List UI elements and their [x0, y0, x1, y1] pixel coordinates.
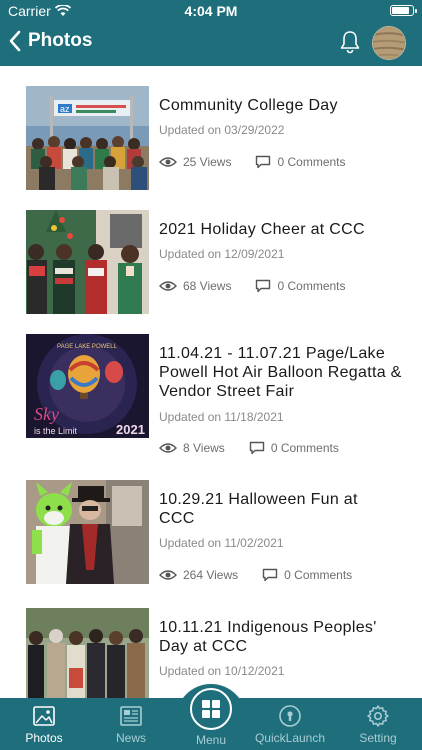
- comment-icon: [249, 441, 265, 455]
- views-stat: 264 Views: [159, 568, 238, 582]
- album-title[interactable]: 10.29.21 Halloween Fun at CCC: [159, 490, 389, 528]
- battery-level: [392, 7, 410, 14]
- gear-icon: [367, 705, 389, 727]
- svg-text:az: az: [60, 104, 70, 114]
- views-count: 68 Views: [183, 279, 232, 293]
- list-item[interactable]: PAGE LAKE POWELL Sky is the Limit 2021 1…: [0, 314, 422, 460]
- album-thumbnail: [26, 608, 149, 698]
- comments-count: 0 Comments: [277, 279, 346, 293]
- views-count: 25 Views: [183, 155, 232, 169]
- svg-text:2021: 2021: [116, 422, 145, 437]
- album-thumbnail: az: [26, 86, 149, 190]
- status-bar: Carrier 4:04 PM: [0, 0, 422, 22]
- comments-stat[interactable]: 0 Comments: [249, 441, 339, 455]
- tab-news[interactable]: News: [89, 698, 173, 750]
- album-updated-date: Updated on 10/12/2021: [159, 664, 285, 678]
- views-count: 8 Views: [183, 441, 225, 455]
- tab-label: Photos: [25, 731, 63, 745]
- navigation-bar: Photos: [0, 26, 422, 62]
- album-thumbnail: [26, 210, 149, 314]
- album-stats: 264 Views 0 Comments: [159, 568, 352, 582]
- comments-stat[interactable]: 0 Comments: [255, 155, 346, 169]
- list-item[interactable]: az Community College Day Updated on 03/2…: [0, 66, 422, 190]
- album-stats: 68 Views 0 Comments: [159, 279, 346, 293]
- eye-icon: [159, 570, 177, 580]
- comment-icon: [256, 279, 271, 293]
- comments-stat[interactable]: 0 Comments: [255, 279, 346, 293]
- comments-stat[interactable]: 0 Comments: [262, 568, 352, 582]
- album-title[interactable]: 11.04.21 - 11.07.21 Page/Lake Powell Hot…: [159, 344, 409, 401]
- chevron-left-icon: [9, 30, 21, 52]
- list-item[interactable]: 10.11.21 Indigenous Peoples' Day at CCC …: [0, 586, 422, 698]
- album-stats: 8 Views 0 Comments: [159, 441, 339, 455]
- eye-icon: [159, 157, 177, 167]
- tab-quicklaunch[interactable]: QuickLaunch: [248, 698, 332, 750]
- bell-icon[interactable]: [339, 30, 361, 54]
- album-title[interactable]: Community College Day: [159, 96, 399, 115]
- newspaper-icon: [120, 706, 142, 726]
- list-item[interactable]: 10.29.21 Halloween Fun at CCC Updated on…: [0, 460, 422, 586]
- eye-icon: [159, 281, 177, 291]
- list-item[interactable]: 2021 Holiday Cheer at CCC Updated on 12/…: [0, 190, 422, 314]
- keyhole-icon: [279, 705, 301, 727]
- back-button[interactable]: Photos: [8, 30, 92, 52]
- svg-text:Sky: Sky: [34, 404, 59, 424]
- tab-menu-label: Menu: [195, 733, 227, 747]
- svg-text:PAGE LAKE POWELL: PAGE LAKE POWELL: [57, 344, 118, 350]
- comment-icon: [262, 568, 278, 582]
- tab-setting[interactable]: Setting: [336, 698, 420, 750]
- grid-icon: [202, 700, 220, 718]
- photo-album-list[interactable]: az Community College Day Updated on 03/2…: [0, 66, 422, 698]
- album-updated-date: Updated on 11/02/2021: [159, 536, 284, 550]
- avatar-image: [373, 27, 405, 59]
- eye-icon: [159, 443, 177, 453]
- battery-icon: [390, 5, 417, 16]
- views-stat: 8 Views: [159, 441, 225, 455]
- album-title[interactable]: 2021 Holiday Cheer at CCC: [159, 220, 399, 239]
- status-time: 4:04 PM: [184, 3, 238, 19]
- album-updated-date: Updated on 03/29/2022: [159, 123, 285, 137]
- tab-photos[interactable]: Photos: [2, 698, 86, 750]
- tab-label: News: [115, 731, 146, 745]
- avatar[interactable]: [372, 26, 406, 60]
- comments-count: 0 Comments: [270, 441, 339, 455]
- tab-label: QuickLaunch: [254, 731, 326, 745]
- comments-count: 0 Comments: [277, 155, 346, 169]
- views-stat: 25 Views: [159, 155, 231, 169]
- photo-icon: [33, 706, 55, 726]
- album-stats: 25 Views 0 Comments: [159, 155, 346, 169]
- app-header: Carrier 4:04 PM Photos: [0, 0, 422, 66]
- page-title: Photos: [28, 30, 93, 51]
- tab-label: Setting: [359, 731, 397, 745]
- album-updated-date: Updated on 12/09/2021: [159, 247, 285, 261]
- views-count: 264 Views: [183, 568, 239, 582]
- comment-icon: [256, 155, 271, 169]
- album-thumbnail: PAGE LAKE POWELL Sky is the Limit 2021: [26, 334, 149, 438]
- svg-text:is the Limit: is the Limit: [34, 426, 78, 436]
- comments-count: 0 Comments: [284, 568, 353, 582]
- album-updated-date: Updated on 11/18/2021: [159, 410, 284, 424]
- album-title[interactable]: 10.11.21 Indigenous Peoples' Day at CCC: [159, 618, 399, 656]
- menu-button[interactable]: [190, 688, 232, 730]
- views-stat: 68 Views: [159, 279, 231, 293]
- album-thumbnail: [26, 480, 149, 584]
